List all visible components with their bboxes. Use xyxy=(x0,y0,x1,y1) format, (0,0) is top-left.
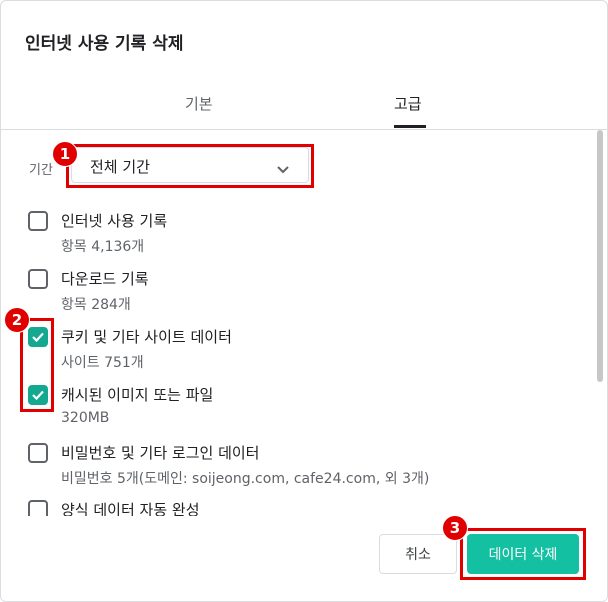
option-title: 비밀번호 및 기타 로그인 데이터 xyxy=(61,444,260,462)
highlight-checkboxes xyxy=(20,318,54,412)
option-cookies[interactable]: 쿠키 및 기타 사이트 데이터 사이트 751개 xyxy=(1,327,591,387)
checkbox-passwords[interactable] xyxy=(28,443,48,463)
highlight-time-range xyxy=(66,144,314,188)
step-badge-1: 1 xyxy=(52,141,78,167)
tab-advanced[interactable]: 고급 xyxy=(394,93,422,114)
option-subtitle: 320MB xyxy=(61,410,110,426)
tab-basic[interactable]: 기본 xyxy=(185,93,213,114)
option-subtitle: 사이트 751개 xyxy=(61,355,144,371)
option-title: 다운로드 기록 xyxy=(61,270,149,288)
scrollbar[interactable] xyxy=(597,130,603,382)
cancel-button[interactable]: 취소 xyxy=(379,534,457,574)
checkbox-download-history[interactable] xyxy=(28,269,48,289)
highlight-delete-button xyxy=(460,528,586,580)
option-cached-images[interactable]: 캐시된 이미지 또는 파일 320MB xyxy=(1,385,591,445)
dialog-title: 인터넷 사용 기록 삭제 xyxy=(25,34,184,54)
checkbox-browsing-history[interactable] xyxy=(28,211,48,231)
time-range-label: 기간 xyxy=(29,163,53,178)
option-browsing-history[interactable]: 인터넷 사용 기록 항목 4,136개 xyxy=(1,211,591,271)
option-subtitle: 항목 4,136개 xyxy=(61,239,145,255)
clear-browsing-data-dialog: 인터넷 사용 기록 삭제 기본 고급 기간 전체 기간 인터넷 사용 기록 항목… xyxy=(0,0,608,602)
option-subtitle: 비밀번호 5개(도메인: soijeong.com, cafe24.com, 외… xyxy=(61,471,430,487)
option-title: 캐시된 이미지 또는 파일 xyxy=(61,386,214,404)
step-badge-3: 3 xyxy=(442,515,468,541)
option-passwords[interactable]: 비밀번호 및 기타 로그인 데이터 비밀번호 5개(도메인: soijeong.… xyxy=(1,443,591,503)
selected-tab-indicator xyxy=(394,125,426,128)
option-autofill[interactable]: 양식 데이터 자동 완성 xyxy=(1,500,591,516)
option-title: 양식 데이터 자동 완성 xyxy=(61,501,200,516)
step-badge-2: 2 xyxy=(4,307,30,333)
tab-bar: 기본 고급 xyxy=(1,81,607,130)
option-subtitle: 항목 284개 xyxy=(61,297,131,313)
checkbox-autofill[interactable] xyxy=(28,500,48,516)
option-title: 쿠키 및 기타 사이트 데이터 xyxy=(61,328,232,346)
option-title: 인터넷 사용 기록 xyxy=(61,212,168,230)
option-download-history[interactable]: 다운로드 기록 항목 284개 xyxy=(1,269,591,329)
